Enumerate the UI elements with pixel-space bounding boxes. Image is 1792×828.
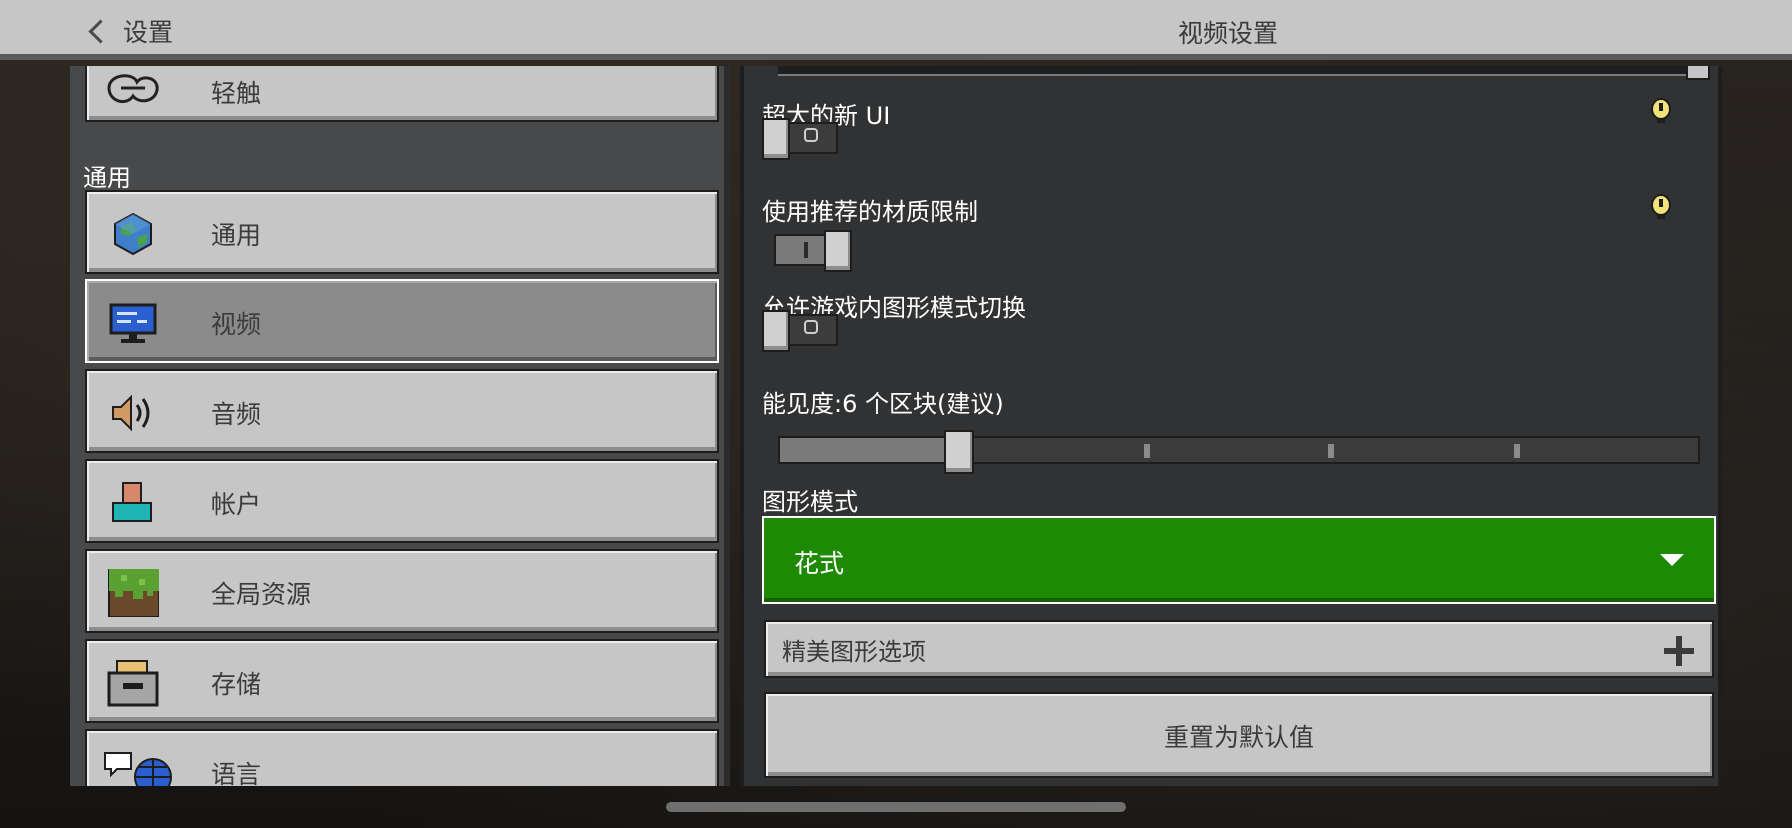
page-title: 视频设置	[1178, 19, 1279, 48]
fancy-graphics-options[interactable]: 精美图形选项	[764, 620, 1714, 678]
home-indicator[interactable]	[666, 802, 1126, 812]
sidebar-item-video[interactable]: 视频	[85, 279, 719, 363]
graphics-mode-label: 图形模式	[762, 488, 858, 516]
globe-icon	[114, 212, 152, 256]
monitor-icon	[109, 303, 157, 343]
slider-knob[interactable]	[944, 430, 974, 474]
slider-tick	[1328, 444, 1334, 458]
graphics-switch-toggle[interactable]	[762, 310, 838, 352]
info-icon[interactable]	[1650, 98, 1672, 124]
sidebar-item-audio[interactable]: 音频	[85, 369, 719, 453]
expander-label: 精美图形选项	[782, 638, 926, 666]
info-icon[interactable]	[1650, 194, 1672, 220]
video-settings-panel[interactable]: 超大的新 UI 使用推荐的材质限制 允许游戏内图形模式切换 能见度:6 个区块(…	[740, 66, 1722, 786]
previous-slider-track[interactable]	[778, 66, 1708, 76]
slider-fill	[780, 438, 944, 462]
grass-block-icon	[108, 569, 159, 617]
render-distance-slider[interactable]	[778, 430, 1700, 474]
plus-icon	[1664, 636, 1694, 666]
back-label: 设置	[123, 18, 174, 47]
sidebar-item-language[interactable]: 语言	[85, 729, 719, 786]
graphics-mode-dropdown[interactable]: 花式	[762, 516, 1716, 604]
toggle-off-mark	[804, 128, 818, 142]
speaker-icon	[112, 394, 150, 432]
toggle-knob	[762, 310, 790, 352]
sidebar-item-label: 通用	[211, 221, 262, 250]
reset-label: 重置为默认值	[1163, 723, 1314, 752]
sidebar-item-account[interactable]: 帐户	[85, 459, 719, 543]
touch-icon	[107, 74, 159, 104]
toggle-knob	[824, 230, 852, 272]
toggle-off-mark	[804, 320, 818, 334]
toggle-on-mark	[804, 242, 808, 258]
texture-limit-toggle[interactable]	[774, 230, 852, 272]
dropdown-arrow-icon	[1660, 554, 1684, 566]
sidebar-item-label: 视频	[211, 310, 262, 339]
language-icon	[104, 752, 172, 786]
sidebar-item-label: 全局资源	[211, 580, 312, 609]
chevron-left-icon	[88, 18, 113, 44]
sidebar-scrollbar[interactable]	[724, 66, 730, 786]
sidebar-item-touch[interactable]: 轻触	[85, 66, 719, 122]
storage-icon	[107, 660, 159, 707]
sidebar-item-label: 存储	[211, 670, 262, 699]
large-ui-toggle[interactable]	[762, 118, 838, 160]
sidebar-item-global-resources[interactable]: 全局资源	[85, 549, 719, 633]
sidebar-item-general[interactable]: 通用	[85, 190, 719, 274]
account-icon	[112, 482, 152, 522]
back-button[interactable]: 设置	[86, 14, 173, 48]
toggle-knob	[762, 118, 790, 160]
sidebar-item-label: 语言	[211, 760, 262, 786]
texture-limit-label: 使用推荐的材质限制	[762, 198, 978, 226]
sidebar-item-label: 帐户	[211, 490, 262, 519]
slider-tick	[1144, 444, 1150, 458]
sidebar-item-label: 音频	[211, 400, 262, 429]
section-heading-general: 通用	[83, 164, 131, 192]
header-bar: 设置 视频设置	[0, 0, 1792, 60]
sidebar-item-storage[interactable]: 存储	[85, 639, 719, 723]
slider-tick	[1514, 444, 1520, 458]
sidebar-item-label: 轻触	[211, 79, 262, 108]
reset-defaults-button[interactable]: 重置为默认值	[764, 692, 1714, 778]
settings-sidebar[interactable]: 轻触 通用 通用 视频 音频 帐户 全局资源 存储 语言	[70, 66, 730, 786]
previous-slider-knob[interactable]	[1686, 66, 1710, 80]
render-distance-label: 能见度:6 个区块(建议)	[762, 390, 1004, 418]
dropdown-selected-value: 花式	[794, 549, 845, 578]
